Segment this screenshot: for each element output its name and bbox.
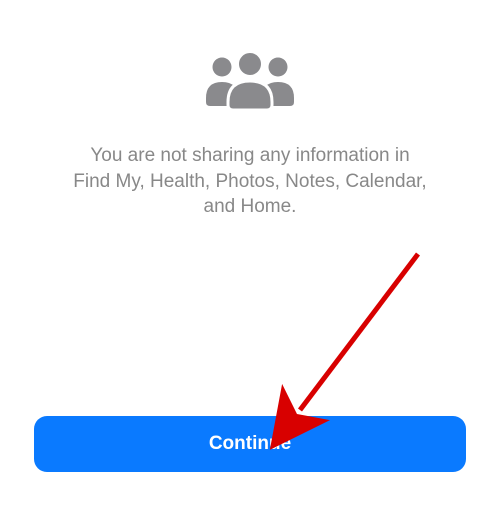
- continue-button[interactable]: Continue: [34, 416, 466, 472]
- sharing-status-message: You are not sharing any information in F…: [50, 143, 450, 220]
- button-container: Continue: [0, 416, 500, 472]
- people-group-icon: [201, 48, 299, 115]
- content-area: You are not sharing any information in F…: [0, 0, 500, 220]
